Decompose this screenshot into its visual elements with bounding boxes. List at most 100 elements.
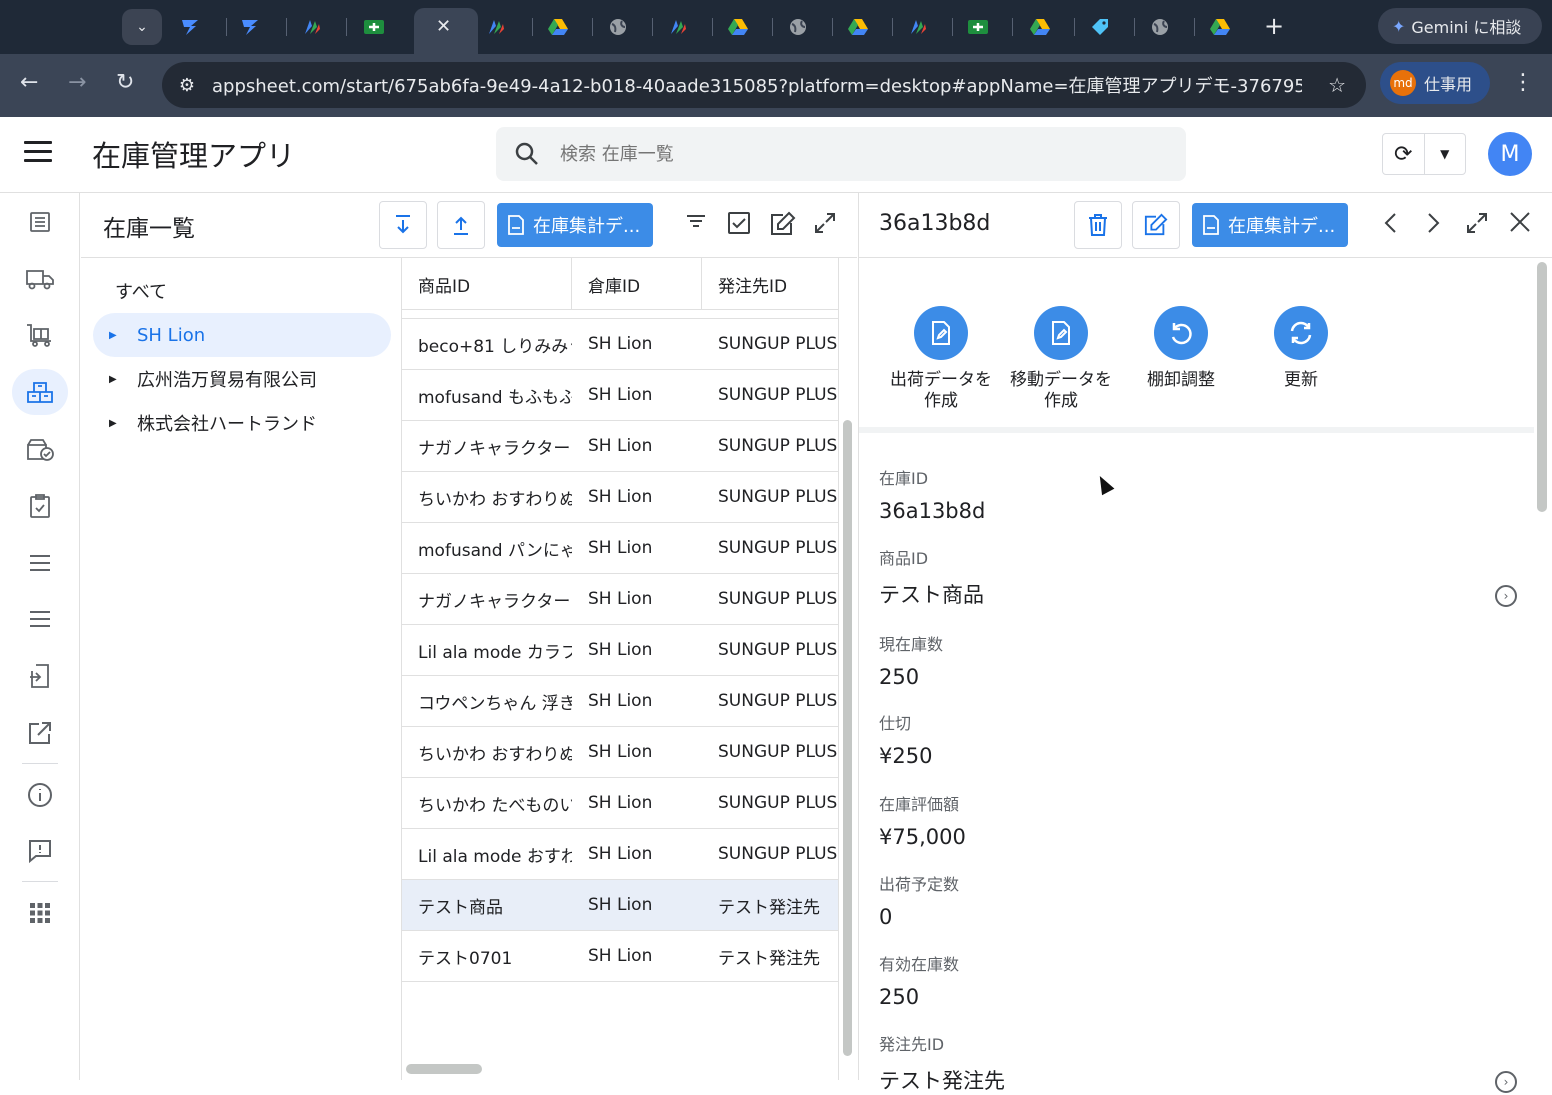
- group-all[interactable]: すべて: [115, 278, 167, 304]
- nav-edit-external-icon[interactable]: [12, 710, 68, 756]
- search-bar[interactable]: [496, 127, 1186, 181]
- forward-icon[interactable]: →: [68, 70, 86, 95]
- nav-feedback-icon[interactable]: [12, 828, 68, 874]
- tab-favicon-drive[interactable]: [1028, 15, 1052, 39]
- table-row[interactable]: ちいかわ おすわりぬ SH Lion SUNGUP PLUS: [402, 726, 838, 777]
- tab-favicon-drive[interactable]: [546, 15, 570, 39]
- column-header-warehouse-id[interactable]: 倉庫ID: [572, 258, 702, 310]
- previous-record-icon[interactable]: [1381, 211, 1401, 239]
- group-item-sh-lion[interactable]: ▶ SH Lion: [93, 313, 391, 357]
- table-row[interactable]: Lil ala mode おすわ SH Lion SUNGUP PLUS: [402, 828, 838, 879]
- nav-info-icon[interactable]: [12, 772, 68, 818]
- table-row[interactable]: テスト0701 SH Lion テスト発注先: [402, 930, 838, 981]
- detail-vertical-scrollbar[interactable]: [1537, 262, 1547, 512]
- site-settings-icon[interactable]: ⚙: [162, 75, 212, 96]
- tab-favicon-meet[interactable]: [966, 15, 990, 39]
- tab-favicon-appsheet[interactable]: [300, 15, 324, 39]
- app-title: 在庫管理アプリ: [92, 139, 296, 173]
- table-row[interactable]: mofusand もふもふ SH Lion SUNGUP PLUS: [402, 369, 838, 420]
- nav-clipboard-check-icon[interactable]: [12, 483, 68, 529]
- expand-icon[interactable]: [1465, 211, 1489, 239]
- delete-button[interactable]: [1074, 201, 1122, 249]
- detail-export-csv-button[interactable]: 在庫集計デ...: [1192, 203, 1348, 247]
- sync-icon[interactable]: ⟳: [1383, 134, 1425, 174]
- next-record-icon[interactable]: [1423, 211, 1443, 239]
- edit-icon[interactable]: [769, 211, 797, 241]
- nav-lines-icon[interactable]: [12, 540, 68, 586]
- close-icon[interactable]: [1509, 211, 1531, 237]
- new-tab-button[interactable]: +: [1264, 12, 1284, 40]
- tab-favicon-globe[interactable]: [786, 15, 810, 39]
- refresh-action[interactable]: 更新: [1241, 306, 1361, 391]
- group-item-guangzhou[interactable]: ▶ 広州浩万貿易有限公司: [93, 357, 391, 401]
- edit-button[interactable]: [1132, 201, 1180, 249]
- select-checkbox-icon[interactable]: [727, 211, 751, 239]
- export-csv-button[interactable]: 在庫集計デ...: [497, 203, 653, 247]
- table-row-selected[interactable]: テスト商品 SH Lion テスト発注先: [402, 879, 838, 930]
- tab-search-dropdown[interactable]: ⌄: [122, 9, 162, 45]
- bookmark-star-icon[interactable]: ☆: [1328, 73, 1346, 97]
- download-button[interactable]: [379, 201, 427, 249]
- tab-favicon-tag[interactable]: [1088, 15, 1112, 39]
- group-item-heartland[interactable]: ▶ 株式会社ハートランド: [93, 401, 391, 445]
- expand-icon[interactable]: [813, 211, 837, 239]
- browser-menu-icon[interactable]: ⋮: [1512, 70, 1534, 95]
- table-row[interactable]: ナガノキャラクター SH Lion SUNGUP PLUS: [402, 420, 838, 471]
- sync-dropdown-icon[interactable]: ▼: [1425, 134, 1466, 174]
- gemini-button[interactable]: ✦ Gemini に相談: [1378, 8, 1542, 44]
- tab-favicon-arrow[interactable]: [238, 15, 262, 39]
- tab-favicon-drive[interactable]: [846, 15, 870, 39]
- column-header-supplier-id[interactable]: 発注先ID: [702, 258, 838, 310]
- table-row[interactable]: Lil ala mode カラフ SH Lion SUNGUP PLUS: [402, 624, 838, 675]
- back-icon[interactable]: ←: [20, 70, 38, 95]
- tab-favicon-drive[interactable]: [726, 15, 750, 39]
- cell-warehouse-id: SH Lion: [588, 793, 653, 813]
- user-avatar[interactable]: M: [1488, 132, 1532, 176]
- tab-favicon-arrow[interactable]: [178, 15, 202, 39]
- nav-truck-icon[interactable]: [12, 256, 68, 302]
- create-transfer-action[interactable]: 移動データを 作成: [1001, 306, 1121, 412]
- nav-list-icon[interactable]: [12, 199, 68, 245]
- nav-apps-grid-icon[interactable]: [12, 890, 68, 936]
- address-bar[interactable]: ⚙ appsheet.com/start/675ab6fa-9e49-4a12-…: [162, 62, 1366, 108]
- tab-favicon-globe[interactable]: [606, 15, 630, 39]
- upload-button[interactable]: [437, 201, 485, 249]
- table-horizontal-scrollbar[interactable]: [406, 1064, 482, 1074]
- tab-favicon-appsheet[interactable]: [484, 15, 508, 39]
- filter-icon[interactable]: [685, 211, 707, 235]
- tab-favicon-appsheet[interactable]: [906, 15, 930, 39]
- nav-box-check-icon[interactable]: [12, 427, 68, 473]
- table-row[interactable]: mofusand パンにゃ SH Lion SUNGUP PLUS: [402, 522, 838, 573]
- nav-import-icon[interactable]: [12, 653, 68, 699]
- stocktake-adjust-action[interactable]: 棚卸調整: [1121, 306, 1241, 391]
- reload-icon[interactable]: ↻: [116, 70, 134, 95]
- active-tab[interactable]: ✕: [414, 8, 478, 54]
- tab-favicon-drive[interactable]: [1208, 15, 1232, 39]
- tab-favicon-globe[interactable]: [1148, 15, 1172, 39]
- go-to-record-icon[interactable]: ›: [1495, 585, 1517, 607]
- nav-lines-icon[interactable]: [12, 596, 68, 642]
- nav-inventory-icon[interactable]: [12, 369, 68, 415]
- profile-chip[interactable]: md 仕事用: [1380, 62, 1490, 104]
- field-value: 0: [879, 905, 893, 929]
- column-header-product-id[interactable]: 商品ID: [402, 258, 572, 310]
- url-text[interactable]: appsheet.com/start/675ab6fa-9e49-4a12-b0…: [212, 72, 1302, 98]
- tab-favicon-meet[interactable]: [362, 15, 386, 39]
- go-to-record-icon[interactable]: ›: [1495, 1071, 1517, 1093]
- close-tab-icon[interactable]: ✕: [436, 16, 451, 37]
- cell-supplier-id: SUNGUP PLUS: [718, 334, 838, 354]
- cell-product-id: ナガノキャラクター: [418, 438, 571, 459]
- table-row[interactable]: コウペンちゃん 浮き SH Lion SUNGUP PLUS: [402, 675, 838, 726]
- table-row[interactable]: ちいかわ おすわりぬ SH Lion SUNGUP PLUS: [402, 471, 838, 522]
- table-row[interactable]: ナガノキャラクター SH Lion SUNGUP PLUS: [402, 573, 838, 624]
- field-value: テスト商品: [879, 583, 984, 607]
- create-shipment-action[interactable]: 出荷データを 作成: [881, 306, 1001, 412]
- cell-supplier-id: SUNGUP PLUS: [718, 589, 838, 609]
- table-row[interactable]: ちいかわ たべものい SH Lion SUNGUP PLUS: [402, 777, 838, 828]
- tab-favicon-appsheet[interactable]: [666, 15, 690, 39]
- nav-cart-icon[interactable]: [12, 312, 68, 358]
- list-vertical-scrollbar[interactable]: [843, 420, 852, 1056]
- search-input[interactable]: [560, 143, 1120, 165]
- menu-icon[interactable]: [24, 141, 52, 167]
- table-row[interactable]: beco+81 しりみみう SH Lion SUNGUP PLUS: [402, 318, 838, 369]
